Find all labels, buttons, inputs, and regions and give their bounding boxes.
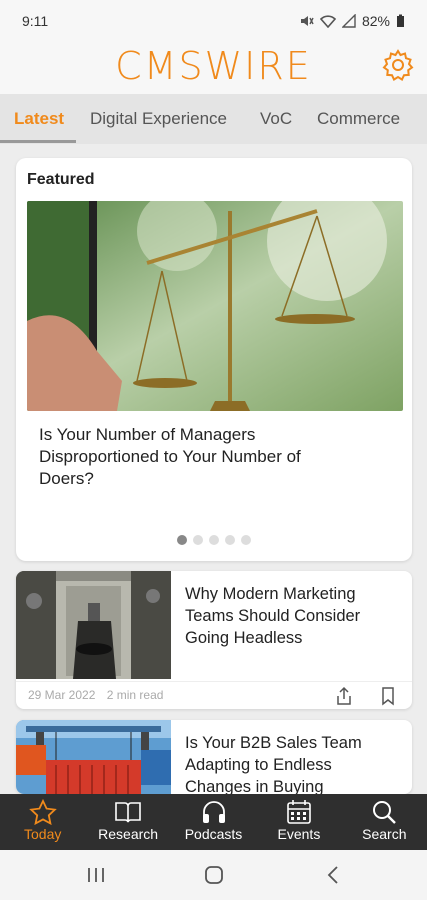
nav-today[interactable]: Today [0,794,85,850]
search-icon [373,801,397,824]
nav-today-label: Today [24,826,62,842]
tab-digital-experience[interactable]: Digital Experience [90,94,227,144]
bookmark-icon [382,687,394,706]
recents-button[interactable] [84,864,108,886]
calendar-icon [287,800,311,824]
bookmark-button[interactable] [378,686,398,706]
home-icon [205,866,223,884]
headless-figure-image [16,571,171,679]
settings-button[interactable] [381,48,415,82]
back-button[interactable] [322,864,346,886]
article-footer: 29 Mar 2022 2 min read [16,681,412,709]
featured-image[interactable] [27,201,403,411]
nav-search[interactable]: Search [342,794,427,850]
battery-icon [397,14,404,27]
article-thumbnail[interactable] [16,720,171,794]
featured-article-title[interactable]: Is Your Number of Managers Disproportion… [39,424,359,490]
recents-icon [88,868,104,882]
nav-podcasts[interactable]: Podcasts [171,794,256,850]
app-header: CMSWIRE [0,42,427,94]
featured-card[interactable]: Featured Is Your Number of Managers Disp… [16,158,412,561]
shipping-containers-image [16,720,171,794]
nav-events-label: Events [277,826,321,842]
system-navigation-bar [0,850,427,900]
star-icon [28,799,57,825]
cmswire-logo: CMSWIRE [115,44,312,88]
back-icon [327,866,338,884]
article-card[interactable]: Why Modern Marketing Teams Should Consid… [16,571,412,709]
signal-icon [341,14,356,28]
article-read-time: 2 min read [106,688,164,702]
gear-icon [382,49,414,81]
book-icon [115,802,141,823]
tab-commerce[interactable]: Commerce [317,94,400,144]
carousel-dot[interactable] [177,535,187,545]
headphones-icon [202,801,225,823]
nav-research[interactable]: Research [85,794,170,850]
wifi-icon [319,15,336,28]
carousel-dot[interactable] [225,535,235,545]
category-tabs: Latest Digital Experience VoC Commerce [0,94,427,144]
nav-events[interactable]: Events [256,794,341,850]
tab-voc[interactable]: VoC [260,94,292,144]
mute-icon [300,16,314,26]
article-title[interactable]: Why Modern Marketing Teams Should Consid… [185,583,395,649]
carousel-dot[interactable] [241,535,251,545]
status-bar: 9:11 82% [0,0,427,42]
bottom-navigation: Today Research Podcasts Events Search [0,794,427,850]
tab-latest[interactable]: Latest [14,94,64,144]
article-card[interactable]: Is Your B2B Sales Team Adapting to Endle… [16,720,412,794]
featured-section-label: Featured [27,171,95,188]
carousel-dot[interactable] [193,535,203,545]
article-title[interactable]: Is Your B2B Sales Team Adapting to Endle… [185,732,395,794]
carousel-indicator [16,535,412,545]
status-icons: 82% [300,13,405,29]
article-date: 29 Mar 2022 [28,688,96,702]
active-tab-indicator [0,140,76,143]
carousel-dot[interactable] [209,535,219,545]
nav-search-label: Search [362,826,407,842]
share-icon [337,686,351,705]
share-button[interactable] [334,686,354,706]
status-time: 9:11 [22,13,49,29]
nav-podcasts-label: Podcasts [184,826,243,842]
article-meta: 29 Mar 2022 2 min read [28,688,171,702]
battery-percentage: 82% [361,13,390,29]
nav-research-label: Research [98,826,159,842]
balance-scale-image [27,201,403,411]
home-button[interactable] [202,864,226,886]
article-thumbnail[interactable] [16,571,171,679]
